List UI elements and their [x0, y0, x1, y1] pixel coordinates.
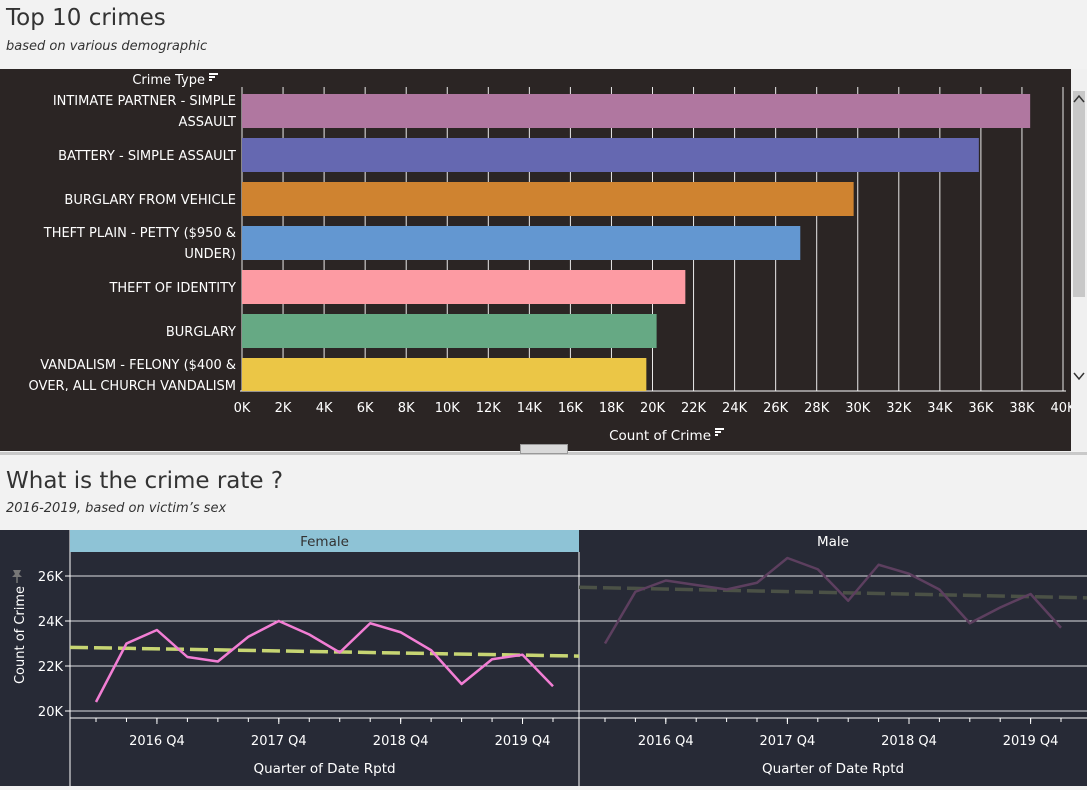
x-tick-label: 22K [681, 401, 707, 416]
x-axis-title: Quarter of Date Rptd [253, 761, 395, 777]
x-tick-label: 34K [927, 401, 953, 416]
bar-3[interactable] [242, 182, 854, 216]
x-tick-label: 2018 Q4 [373, 734, 429, 749]
count-sort-icon[interactable] [715, 428, 724, 436]
x-tick-label: 30K [845, 401, 871, 416]
scroll-down-icon[interactable] [1073, 372, 1085, 381]
crime-rate-title: What is the crime rate ? [6, 468, 284, 494]
bar-chart-panel: Crime Type 0K 2K 4K 6K 8K 10K 12K 14K 16K 18K 20K 22… [0, 69, 1076, 451]
bar-5[interactable] [242, 270, 686, 304]
crime-type-label: INTIMATE PARTNER - SIMPLE [53, 94, 236, 109]
x-tick-label: 2K [275, 401, 292, 416]
x-axis-title: Quarter of Date Rptd [762, 761, 904, 777]
vertical-scrollbar[interactable] [1071, 69, 1087, 451]
x-tick-label: 26K [763, 401, 789, 416]
line-chart: Count of Crime 20K 22K 24K 26K Female 2016 Q4 2… [12, 530, 1087, 786]
x-tick-label: 0K [234, 401, 251, 416]
x-tick-label: 2018 Q4 [881, 734, 937, 749]
crime-type-label: UNDER) [184, 247, 236, 262]
bar-4[interactable] [242, 226, 801, 260]
crime-type-label: BURGLARY FROM VEHICLE [64, 193, 236, 208]
x-tick-label: 2016 Q4 [129, 734, 185, 749]
x-tick-label: 8K [398, 401, 415, 416]
series-line-male[interactable] [603, 556, 1062, 645]
bar-1[interactable] [242, 94, 1031, 128]
y-tick-label: 26K [38, 570, 64, 585]
series-line-female[interactable] [94, 619, 554, 703]
crime-type-sort-icon[interactable] [209, 73, 218, 81]
y-axis-title: Crime Type [132, 73, 205, 88]
x-axis-title: Count of Crime [609, 428, 711, 444]
crime-type-label: THEFT PLAIN - PETTY ($950 & [43, 226, 236, 241]
crime-rate-subtitle: 2016-2019, based on victim’s sex [6, 501, 227, 516]
bar-7[interactable] [242, 358, 647, 392]
top-crimes-title: Top 10 crimes [6, 5, 166, 31]
y-tick-label: 24K [38, 615, 64, 630]
x-tick-label: 28K [804, 401, 830, 416]
x-tick-label: 10K [435, 401, 461, 416]
x-tick-label: 24K [722, 401, 748, 416]
x-tick-label: 2019 Q4 [1003, 734, 1059, 749]
crime-type-label: OVER, ALL CHURCH VANDALISM [28, 379, 236, 394]
x-tick-label: 12K [476, 401, 502, 416]
x-tick-label: 32K [886, 401, 912, 416]
x-tick-label: 14K [517, 401, 543, 416]
line-chart-panel: Count of Crime 20K 22K 24K 26K Female 2016 Q4 2… [0, 530, 1087, 786]
trend-line-male [578, 585, 1087, 600]
x-tick-label: 6K [357, 401, 374, 416]
crime-type-label: BURGLARY [166, 325, 236, 340]
x-tick-label: 18K [599, 401, 625, 416]
trend-line-female [69, 645, 580, 658]
x-tick-label: 2017 Q4 [251, 734, 307, 749]
resize-grip-icon[interactable] [520, 444, 568, 454]
bar-chart: Crime Type 0K 2K 4K 6K 8K 10K 12K 14K 16K 18K 20K 22… [28, 73, 1076, 444]
top-crimes-subtitle: based on various demographic [6, 39, 208, 54]
x-tick-label: 16K [558, 401, 584, 416]
x-tick-label: 4K [316, 401, 333, 416]
panel-header-label: Male [817, 534, 849, 550]
crime-type-label: THEFT OF IDENTITY [108, 281, 236, 296]
x-tick-label: 20K [640, 401, 666, 416]
x-tick-label: 40K [1050, 401, 1071, 416]
crime-type-label: BATTERY - SIMPLE ASSAULT [58, 149, 236, 164]
x-tick-label: 2016 Q4 [638, 734, 694, 749]
panel-header-label: Female [300, 534, 349, 550]
crime-type-label: ASSAULT [179, 115, 236, 130]
x-tick-label: 2019 Q4 [495, 734, 551, 749]
x-tick-label: 38K [1009, 401, 1035, 416]
x-tick-label: 36K [968, 401, 994, 416]
y-tick-label: 22K [38, 660, 64, 675]
x-tick-label: 2017 Q4 [760, 734, 816, 749]
bar-6[interactable] [242, 314, 657, 348]
bar-2[interactable] [242, 138, 979, 172]
y-axis-title: Count of Crime [13, 586, 28, 684]
crime-type-label: VANDALISM - FELONY ($400 & [40, 358, 236, 373]
pin-icon[interactable] [12, 570, 22, 583]
scroll-up-icon[interactable] [1073, 94, 1085, 103]
y-tick-label: 20K [38, 705, 64, 720]
